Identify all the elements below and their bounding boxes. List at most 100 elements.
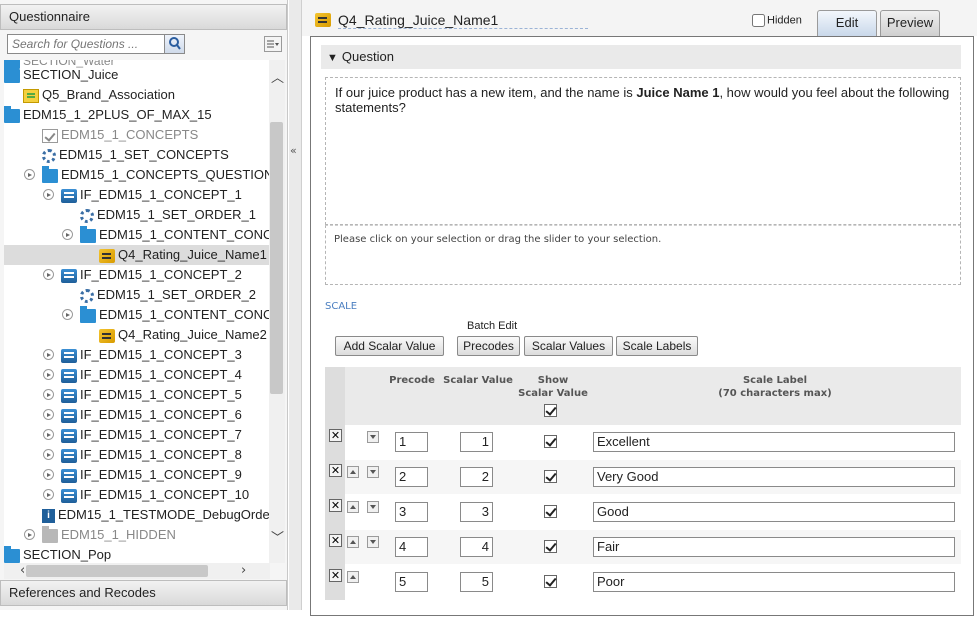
- expand-toggle-icon[interactable]: [43, 349, 54, 360]
- show-all-checkbox[interactable]: [544, 404, 557, 417]
- tab-preview[interactable]: Preview: [880, 10, 940, 36]
- tree-node[interactable]: SECTION_Pop: [4, 545, 270, 563]
- tab-edit[interactable]: Edit: [817, 10, 877, 36]
- tree-node[interactable]: EDM15_1_CONCEPTS_QUESTIONS: [4, 165, 270, 185]
- expand-toggle-icon[interactable]: [43, 369, 54, 380]
- scalar-values-button[interactable]: Scalar Values: [524, 336, 613, 356]
- tree-node[interactable]: IF_EDM15_1_CONCEPT_5: [4, 385, 270, 405]
- move-down-button[interactable]: [367, 466, 379, 478]
- scale-label-input[interactable]: Excellent: [593, 432, 955, 452]
- tree-node[interactable]: IF_EDM15_1_CONCEPT_7: [4, 425, 270, 445]
- scale-label-input[interactable]: Good: [593, 502, 955, 522]
- tree-node[interactable]: IF_EDM15_1_CONCEPT_4: [4, 365, 270, 385]
- precode-input[interactable]: 4: [395, 537, 428, 557]
- expand-toggle-icon[interactable]: [24, 529, 35, 540]
- tree-node[interactable]: EDM15_1_HIDDEN: [4, 525, 270, 545]
- scalar-value-input[interactable]: 2: [460, 467, 493, 487]
- scroll-down-icon[interactable]: ﹀: [271, 532, 284, 546]
- remove-row-button[interactable]: ✕: [329, 534, 342, 547]
- tree-node[interactable]: EDM15_1_CONTENT_CONCEPT: [4, 305, 270, 325]
- move-up-button[interactable]: [347, 501, 359, 513]
- references-panel-title[interactable]: References and Recodes: [0, 580, 287, 606]
- instruction-text-editor[interactable]: Please click on your selection or drag t…: [325, 225, 961, 285]
- expand-toggle-icon[interactable]: [43, 449, 54, 460]
- tree-horizontal-scrollbar[interactable]: ‹ ›: [4, 563, 270, 579]
- precode-input[interactable]: 3: [395, 502, 428, 522]
- expand-toggle-icon[interactable]: [43, 189, 54, 200]
- tree-node[interactable]: SECTION_Juice: [4, 65, 270, 85]
- remove-row-button[interactable]: ✕: [329, 429, 342, 442]
- tree-node[interactable]: EDM15_1_CONTENT_CONCEPT: [4, 225, 270, 245]
- scalar-value-input[interactable]: 5: [460, 572, 493, 592]
- question-name[interactable]: Q4_Rating_Juice_Name1: [338, 12, 589, 29]
- expand-toggle-icon[interactable]: [24, 169, 35, 180]
- expand-toggle-icon[interactable]: [43, 269, 54, 280]
- expand-toggle-icon[interactable]: [62, 309, 73, 320]
- show-scalar-checkbox[interactable]: [544, 575, 557, 588]
- tree-node[interactable]: IF_EDM15_1_CONCEPT_10: [4, 485, 270, 505]
- scalar-value-input[interactable]: 3: [460, 502, 493, 522]
- scale-label-input[interactable]: Poor: [593, 572, 955, 592]
- expand-toggle-icon[interactable]: [43, 429, 54, 440]
- tree-node[interactable]: IF_EDM15_1_CONCEPT_6: [4, 405, 270, 425]
- scale-label-input[interactable]: Very Good: [593, 467, 955, 487]
- move-up-button[interactable]: [347, 466, 359, 478]
- expand-toggle-icon[interactable]: [43, 409, 54, 420]
- collapse-triangle-icon[interactable]: ▼: [327, 52, 338, 64]
- move-down-button[interactable]: [367, 536, 379, 548]
- tree-node[interactable]: EDM15_1_SET_ORDER_2: [4, 285, 270, 305]
- tree-node[interactable]: IF_EDM15_1_CONCEPT_3: [4, 345, 270, 365]
- show-scalar-checkbox[interactable]: [544, 505, 557, 518]
- tree-node[interactable]: IF_EDM15_1_CONCEPT_9: [4, 465, 270, 485]
- scroll-left-icon[interactable]: ‹: [20, 564, 25, 578]
- show-scalar-checkbox[interactable]: [544, 470, 557, 483]
- tree-node[interactable]: EDM15_1_CONCEPTS: [4, 125, 270, 145]
- remove-row-button[interactable]: ✕: [329, 499, 342, 512]
- hidden-checkbox[interactable]: [752, 14, 765, 27]
- search-button[interactable]: [164, 35, 184, 53]
- tree-node[interactable]: Q5_Brand_Association: [4, 85, 270, 105]
- scroll-up-icon[interactable]: ︿: [271, 72, 284, 86]
- question-section-header[interactable]: ▼ Question: [321, 45, 961, 69]
- question-text-editor[interactable]: If our juice product has a new item, and…: [325, 77, 961, 225]
- scale-label-input[interactable]: Fair: [593, 537, 955, 557]
- tree-node[interactable]: Q4_Rating_Juice_Name2: [4, 325, 270, 345]
- expand-toggle-icon[interactable]: [43, 389, 54, 400]
- scale-labels-button[interactable]: Scale Labels: [616, 336, 698, 356]
- precode-input[interactable]: 1: [395, 432, 428, 452]
- tree-node[interactable]: EDM15_1_2PLUS_OF_MAX_15: [4, 105, 270, 125]
- tree-node[interactable]: IF_EDM15_1_CONCEPT_8: [4, 445, 270, 465]
- hidden-toggle[interactable]: Hidden: [752, 14, 802, 27]
- tree-node[interactable]: EDM15_1_SET_ORDER_1: [4, 205, 270, 225]
- collapse-left-icon[interactable]: «: [290, 144, 297, 157]
- show-scalar-checkbox[interactable]: [544, 435, 557, 448]
- show-scalar-checkbox[interactable]: [544, 540, 557, 553]
- move-up-button[interactable]: [347, 536, 359, 548]
- tree-node[interactable]: EDM15_1_SET_CONCEPTS: [4, 145, 270, 165]
- remove-row-button[interactable]: ✕: [329, 569, 342, 582]
- tree-node[interactable]: Q4_Rating_Juice_Name1: [4, 245, 270, 265]
- move-down-button[interactable]: [367, 431, 379, 443]
- move-down-button[interactable]: [367, 501, 379, 513]
- precodes-button[interactable]: Precodes: [457, 336, 520, 356]
- scrollbar-thumb[interactable]: [270, 122, 283, 394]
- tree-node[interactable]: i EDM15_1_TESTMODE_DebugOrder: [4, 505, 270, 525]
- panel-collapse-bar[interactable]: «: [289, 0, 302, 610]
- search-input[interactable]: [8, 35, 164, 53]
- add-scalar-value-button[interactable]: Add Scalar Value: [335, 336, 444, 356]
- precode-input[interactable]: 5: [395, 572, 428, 592]
- scalar-value-input[interactable]: 4: [460, 537, 493, 557]
- tree-node[interactable]: IF_EDM15_1_CONCEPT_2: [4, 265, 270, 285]
- move-up-button[interactable]: [347, 571, 359, 583]
- remove-row-button[interactable]: ✕: [329, 464, 342, 477]
- tree-options-button[interactable]: [264, 36, 282, 52]
- tree-node[interactable]: IF_EDM15_1_CONCEPT_1: [4, 185, 270, 205]
- expand-toggle-icon[interactable]: [43, 489, 54, 500]
- precode-input[interactable]: 2: [395, 467, 428, 487]
- expand-toggle-icon[interactable]: [43, 469, 54, 480]
- expand-toggle-icon[interactable]: [62, 229, 73, 240]
- tree-vertical-scrollbar[interactable]: ︿ ﹀: [269, 60, 285, 563]
- scrollbar-thumb[interactable]: [26, 565, 208, 577]
- scroll-right-icon[interactable]: ›: [241, 564, 246, 578]
- scalar-value-input[interactable]: 1: [460, 432, 493, 452]
